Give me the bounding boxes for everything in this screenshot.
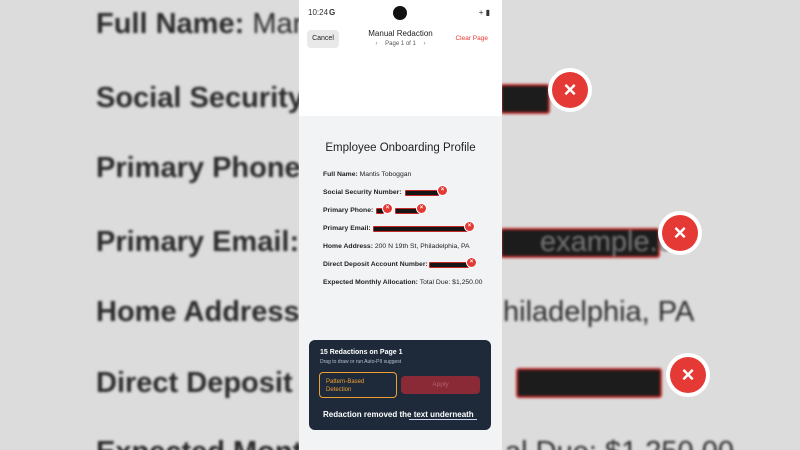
bg-address: Home Address:: [96, 296, 310, 328]
panel-hint: Drag to draw or run Auto-PII suggest: [320, 359, 402, 365]
pattern-detection-button[interactable]: Pattern-Based Detection: [319, 372, 397, 398]
field-email: Primary Email:: [323, 225, 371, 232]
field-phone: Primary Phone:: [323, 207, 374, 214]
bg-email: Primary Email:: [96, 226, 300, 258]
google-icon: G: [329, 8, 336, 17]
page-indicator: Page 1 of 1: [385, 41, 416, 47]
next-page-icon[interactable]: ›: [424, 41, 426, 47]
prev-page-icon[interactable]: ‹: [375, 41, 377, 47]
field-deposit: Direct Deposit Account Number:: [323, 261, 428, 268]
caption-toast: Redaction removed the text underneath: [323, 410, 474, 419]
bg-full-name: Full Name: Manti: [96, 8, 324, 40]
redaction-panel: 15 Redactions on Page 1 Drag to draw or …: [309, 340, 491, 430]
redaction-count: 15 Redactions on Page 1: [320, 349, 403, 356]
remove-redaction-icon[interactable]: ×: [438, 186, 447, 195]
bg-expected: Expected Month: [96, 436, 320, 450]
apply-button[interactable]: Apply: [401, 376, 480, 394]
bg-address-tail: hiladelphia, PA: [503, 296, 695, 328]
bg-expected-tail: al Due: $1,250.00: [505, 436, 734, 450]
field-address: Home Address: 200 N 19th St, Philadelphi…: [323, 243, 470, 250]
canvas-header-area: [299, 54, 502, 116]
toast-underline: [409, 419, 477, 420]
status-bar: 10:24 G + ▮: [299, 0, 502, 24]
field-ssn: Social Security Number:: [323, 189, 402, 196]
top-bar: Cancel Manual Redaction ‹ Page 1 of 1 › …: [299, 24, 502, 54]
remove-redaction-icon[interactable]: ×: [467, 258, 476, 267]
bg-redaction-ssn: [500, 84, 550, 114]
bg-deposit: Direct Deposit A: [96, 367, 321, 399]
bg-redaction-deposit: [516, 368, 662, 398]
redaction-box[interactable]: [429, 262, 469, 268]
camera-cutout: [393, 6, 407, 20]
redaction-box[interactable]: [373, 226, 469, 232]
redaction-box[interactable]: [405, 190, 439, 196]
bg-close-icon: ×: [662, 215, 698, 251]
bg-close-icon: ×: [552, 72, 588, 108]
document-title: Employee Onboarding Profile: [325, 142, 476, 154]
bg-phone: Primary Phone:: [96, 152, 311, 184]
status-time: 10:24: [308, 8, 329, 17]
field-full-name: Full Name: Mantis Toboggan: [323, 171, 412, 178]
clear-page-button[interactable]: Clear Page: [455, 35, 488, 42]
remove-redaction-icon[interactable]: ×: [383, 204, 392, 213]
remove-redaction-icon[interactable]: ×: [417, 204, 426, 213]
field-expected: Expected Monthly Allocation: Total Due: …: [323, 279, 483, 286]
status-icons: + ▮: [478, 8, 490, 17]
bg-close-icon: ×: [670, 357, 706, 393]
bg-ssn: Social Security: [96, 82, 304, 114]
remove-redaction-icon[interactable]: ×: [465, 222, 474, 231]
